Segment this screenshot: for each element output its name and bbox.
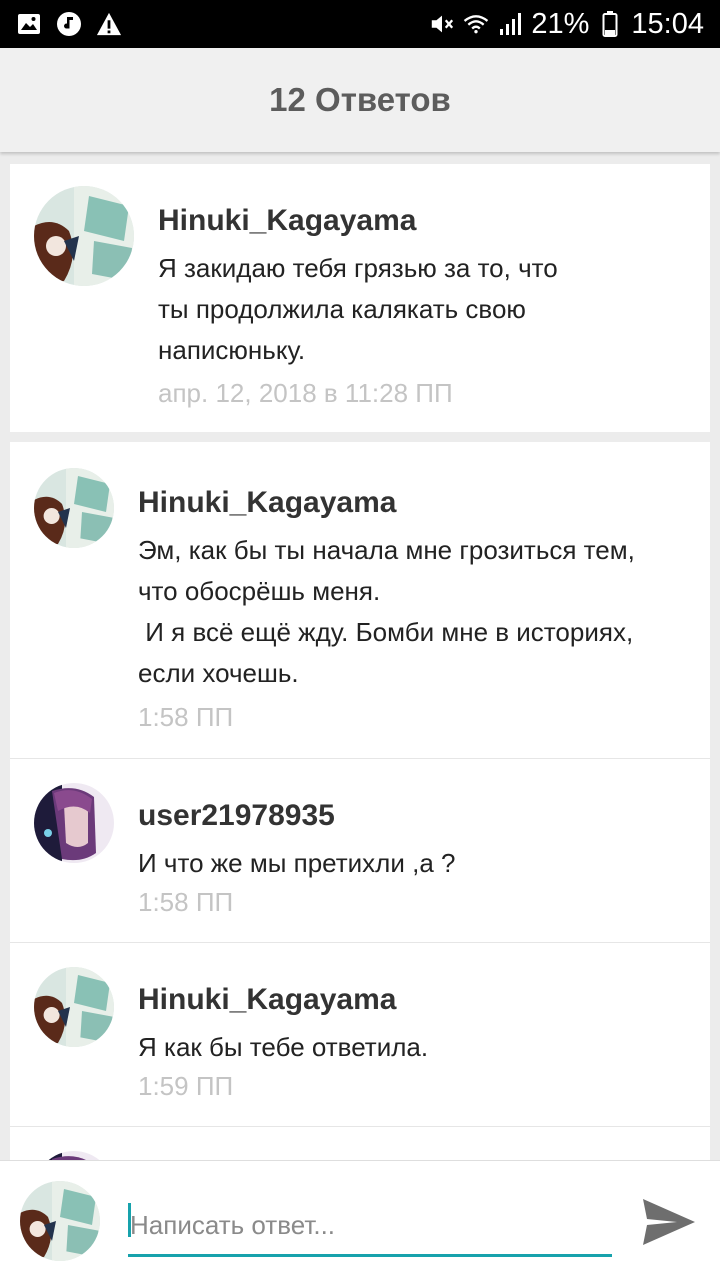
send-icon [643,1199,695,1245]
image-icon [16,11,42,37]
comment-author[interactable]: Hinuki_Kagayama [138,486,396,520]
comment-author[interactable]: Hinuki_Kagayama [158,204,416,238]
parent-comment: Hinuki_Kagayama Я закидаю тебя грязью за… [10,164,710,432]
reply-input[interactable] [128,1199,612,1251]
app-bar: 12 Ответов [0,48,720,152]
comment-text: Я как бы тебе ответила. [138,1027,698,1068]
warning-icon [96,11,122,37]
send-button[interactable] [640,1193,698,1251]
comment-timestamp: 1:58 ПП [138,702,234,732]
reply-composer [0,1160,720,1280]
my-avatar [20,1181,100,1261]
comment-timestamp: апр. 12, 2018 в 11:28 ПП [158,378,453,408]
status-bar: 21% 15:04 [0,0,720,48]
avatar[interactable] [34,186,134,286]
comment-line: написюньку. [158,335,306,365]
comment-line: И я всё ещё жду. Бомби мне в историях, [138,617,634,647]
avatar[interactable] [34,468,114,548]
clock: 15:04 [631,7,704,40]
comment-thread[interactable]: Hinuki_Kagayama Я закидаю тебя грязью за… [0,152,720,1160]
comment-line: что обосрёшь меня. [138,576,381,606]
avatar[interactable] [34,967,114,1047]
comment-line: И что же мы претихли ,а ? [138,848,456,878]
wifi-icon [463,11,489,37]
battery-icon [597,11,623,37]
reply-item: user21978935 И что же мы претихли ,а ? 1… [10,759,710,942]
mute-icon [429,11,455,37]
reply-input-wrapper [128,1199,612,1257]
reply-item-partial [10,1127,710,1160]
replies-list: Hinuki_Kagayama Эм, как бы ты начала мне… [10,442,710,1160]
comment-line: Я как бы тебе ответила. [138,1032,429,1062]
reply-item: Hinuki_Kagayama Эм, как бы ты начала мне… [10,442,710,758]
comment-author[interactable]: user21978935 [138,799,335,833]
comment-author[interactable]: Hinuki_Kagayama [138,983,396,1017]
comment-text: Я закидаю тебя грязью за то, что ты прод… [158,248,678,371]
avatar[interactable] [34,1151,114,1160]
comment-line: ты продолжила калякать свою [158,294,526,324]
comment-text: Эм, как бы ты начала мне грозиться тем, … [138,530,698,694]
avatar[interactable] [34,783,114,863]
battery-percent: 21% [531,7,590,40]
comment-line: если хочешь. [138,658,299,688]
signal-icon [497,11,523,37]
comment-timestamp: 1:59 ПП [138,1071,234,1101]
music-icon [56,11,82,37]
comment-line: Эм, как бы ты начала мне грозиться тем, [138,535,635,565]
comment-text: И что же мы претихли ,а ? [138,843,698,884]
reply-item: Hinuki_Kagayama Я как бы тебе ответила. … [10,943,710,1127]
comment-timestamp: 1:58 ПП [138,887,234,917]
comment-line: Я закидаю тебя грязью за то, что [158,253,558,283]
page-title: 12 Ответов [269,81,451,118]
